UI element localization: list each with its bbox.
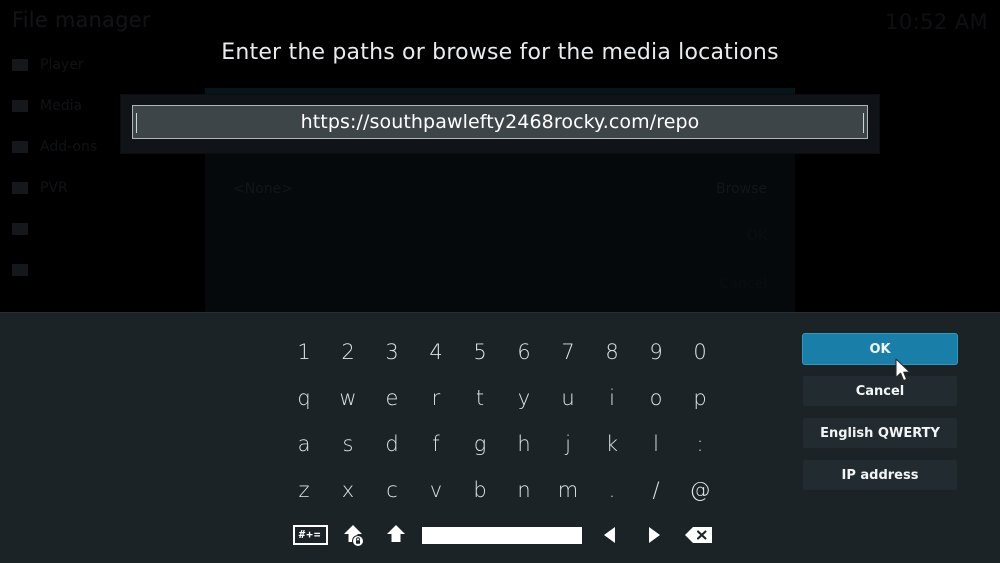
background-path-row[interactable]: <None> Browse — [233, 181, 767, 197]
sidebar-item-label: Media — [40, 97, 83, 114]
keyboard-row-top: q w e r t y u i o p — [282, 375, 730, 421]
arrow-right-icon — [648, 527, 660, 543]
key-g[interactable]: g — [458, 421, 502, 467]
key-f[interactable]: f — [414, 421, 458, 467]
path-input-value: https://southpawlefty2468rocky.com/repo — [300, 111, 700, 133]
key-slash[interactable]: / — [634, 467, 678, 513]
sidebar-item-6[interactable] — [0, 249, 205, 290]
key-r[interactable]: r — [414, 375, 458, 421]
keyboard-row-bottom: z x c v b n m . / @ — [282, 467, 730, 513]
dialog-heading: Enter the paths or browse for the media … — [221, 40, 779, 65]
keyboard-keys: 1 2 3 4 5 6 7 8 9 0 q w e r t y u i o p … — [282, 329, 730, 513]
key-shift[interactable] — [374, 515, 416, 555]
key-a[interactable]: a — [282, 421, 326, 467]
key-9[interactable]: 9 — [634, 329, 678, 375]
key-c[interactable]: c — [370, 467, 414, 513]
keyboard-action-buttons: OK Cancel English QWERTY IP address — [803, 334, 957, 502]
sidebar: Player Media Add-ons PVR — [0, 44, 205, 312]
key-4[interactable]: 4 — [414, 329, 458, 375]
key-s[interactable]: s — [326, 421, 370, 467]
key-3[interactable]: 3 — [370, 329, 414, 375]
path-input[interactable]: https://southpawlefty2468rocky.com/repo — [132, 105, 868, 139]
sidebar-item-label: PVR — [40, 179, 68, 196]
key-backspace[interactable] — [676, 515, 722, 555]
arrow-left-icon — [603, 527, 615, 543]
key-caps-lock[interactable] — [332, 515, 374, 555]
settings-icon — [12, 222, 28, 235]
key-k[interactable]: k — [590, 421, 634, 467]
ok-button[interactable]: OK — [803, 334, 957, 364]
caret-left-icon — [136, 113, 137, 133]
symbols-icon: #+= — [292, 525, 328, 545]
key-u[interactable]: u — [546, 375, 590, 421]
page-title: File manager — [12, 8, 151, 32]
backspace-icon — [684, 527, 712, 543]
key-6[interactable]: 6 — [502, 329, 546, 375]
background-cancel-row[interactable]: Cancel — [233, 276, 767, 292]
keyboard-row-home: a s d f g h j k l : — [282, 421, 730, 467]
key-w[interactable]: w — [326, 375, 370, 421]
background-path-value: <None> — [233, 181, 293, 197]
key-d[interactable]: d — [370, 421, 414, 467]
addons-icon — [12, 140, 28, 153]
shift-icon — [386, 525, 405, 542]
key-l[interactable]: l — [634, 421, 678, 467]
key-o[interactable]: o — [634, 375, 678, 421]
virtual-keyboard-panel: 1 2 3 4 5 6 7 8 9 0 q w e r t y u i o p … — [0, 312, 1000, 563]
keyboard-layout-button[interactable]: English QWERTY — [803, 418, 957, 448]
sidebar-item-pvr[interactable]: PVR — [0, 167, 205, 208]
key-0[interactable]: 0 — [678, 329, 722, 375]
key-cursor-left[interactable] — [588, 515, 632, 555]
background-cancel-button[interactable]: Cancel — [720, 276, 767, 292]
cancel-button[interactable]: Cancel — [803, 376, 957, 406]
text-entry-overlay: https://southpawlefty2468rocky.com/repo — [121, 95, 879, 153]
pvr-icon — [12, 181, 28, 194]
caret-right-icon — [863, 113, 864, 133]
keyboard-modifier-row: #+= — [288, 515, 722, 555]
background-ok-button[interactable]: OK — [747, 228, 767, 244]
key-7[interactable]: 7 — [546, 329, 590, 375]
key-q[interactable]: q — [282, 375, 326, 421]
key-at[interactable]: @ — [678, 467, 722, 513]
key-5[interactable]: 5 — [458, 329, 502, 375]
key-y[interactable]: y — [502, 375, 546, 421]
sidebar-item-5[interactable] — [0, 208, 205, 249]
key-x[interactable]: x — [326, 467, 370, 513]
clock: 10:52 AM — [885, 10, 988, 34]
key-z[interactable]: z — [282, 467, 326, 513]
key-p[interactable]: p — [678, 375, 722, 421]
key-h[interactable]: h — [502, 421, 546, 467]
browse-button[interactable]: Browse — [716, 181, 767, 197]
key-2[interactable]: 2 — [326, 329, 370, 375]
key-v[interactable]: v — [414, 467, 458, 513]
caps-lock-icon — [344, 525, 365, 547]
spacebar-icon — [422, 526, 583, 544]
key-n[interactable]: n — [502, 467, 546, 513]
key-cursor-right[interactable] — [632, 515, 676, 555]
media-icon — [12, 99, 28, 112]
key-1[interactable]: 1 — [282, 329, 326, 375]
key-symbols[interactable]: #+= — [288, 515, 332, 555]
ip-address-button[interactable]: IP address — [803, 460, 957, 490]
key-b[interactable]: b — [458, 467, 502, 513]
key-period[interactable]: . — [590, 467, 634, 513]
key-e[interactable]: e — [370, 375, 414, 421]
key-i[interactable]: i — [590, 375, 634, 421]
key-space[interactable] — [417, 515, 588, 555]
key-8[interactable]: 8 — [590, 329, 634, 375]
keyboard-row-numbers: 1 2 3 4 5 6 7 8 9 0 — [282, 329, 730, 375]
key-t[interactable]: t — [458, 375, 502, 421]
key-j[interactable]: j — [546, 421, 590, 467]
system-icon — [12, 263, 28, 276]
background-ok-row[interactable]: OK — [233, 228, 767, 244]
sidebar-item-label: Add-ons — [40, 138, 98, 155]
key-colon[interactable]: : — [678, 421, 722, 467]
key-m[interactable]: m — [546, 467, 590, 513]
